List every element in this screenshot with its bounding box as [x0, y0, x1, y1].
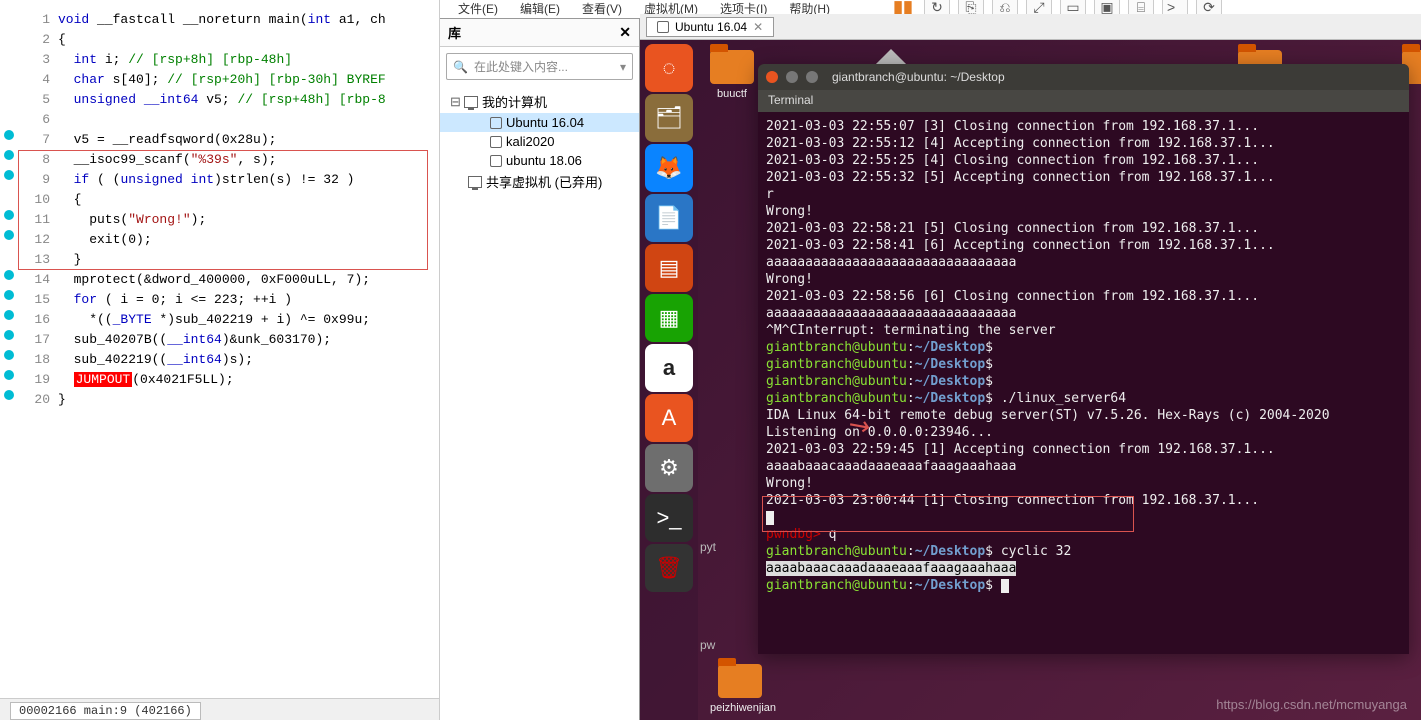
tree-root[interactable]: ⊟ 我的计算机: [440, 90, 639, 113]
terminal-icon[interactable]: >_: [645, 494, 693, 542]
code-line[interactable]: 16 *((_BYTE *)sub_402219 + i) ^= 0x99u;: [0, 310, 439, 330]
highlight-box-terminal: [762, 496, 1134, 532]
breakpoint-icon[interactable]: [4, 370, 14, 380]
impress-icon[interactable]: ▤: [645, 244, 693, 292]
computer-icon: [468, 176, 482, 188]
window-max-icon[interactable]: [806, 71, 818, 83]
menu-edit[interactable]: 编辑(E): [520, 0, 560, 14]
menu-tabs[interactable]: 选项卡(I): [720, 0, 767, 14]
vmware-toolbar: ▮▮ ↻ ⎘ ⎌ ⤢ ▭ ▣ ⌸ >_ ⟳: [890, 0, 1222, 14]
unity-launcher: ◌ 🗂 🦊 📄 ▤ ▦ a A ⚙ >_ 🗑: [640, 40, 698, 720]
dash-icon[interactable]: ◌: [645, 44, 693, 92]
trash-icon[interactable]: 🗑: [645, 544, 693, 592]
menu-view[interactable]: 查看(V): [582, 0, 622, 14]
code-body[interactable]: 1void __fastcall __noreturn main(int a1,…: [0, 10, 439, 692]
breakpoint-icon[interactable]: [4, 310, 14, 320]
vm-tree: ⊟ 我的计算机 Ubuntu 16.04 kali2020 ubuntu 18.…: [440, 86, 639, 197]
ida-status-bar: 00002166 main:9 (402166): [0, 698, 439, 720]
ida-pseudocode-pane: 1void __fastcall __noreturn main(int a1,…: [0, 0, 440, 720]
code-line[interactable]: 13 }: [0, 250, 439, 270]
vm-icon: [657, 21, 669, 33]
code-line[interactable]: 10 {: [0, 190, 439, 210]
vm-icon: [490, 155, 502, 167]
window-close-icon[interactable]: [766, 71, 778, 83]
terminal-tab[interactable]: Terminal: [758, 90, 1409, 112]
library-title: 库: [448, 23, 461, 42]
folder-icon: [718, 664, 762, 698]
search-placeholder: 在此处键入内容...: [474, 58, 568, 75]
tree-item-ubuntu1806[interactable]: ubuntu 18.06: [440, 151, 639, 170]
code-line[interactable]: 8 __isoc99_scanf("%39s", s);: [0, 150, 439, 170]
tree-item-ubuntu1604[interactable]: Ubuntu 16.04: [440, 113, 639, 132]
desktop-folder[interactable]: peizhiwenjian: [710, 664, 770, 714]
status-text: 00002166 main:9 (402166): [10, 702, 201, 720]
breakpoint-icon[interactable]: [4, 230, 14, 240]
bg-text: pyt: [700, 540, 716, 554]
folder-icon: [710, 50, 754, 84]
vm-icon: [490, 136, 502, 148]
menu-file[interactable]: 文件(E): [458, 0, 498, 14]
code-line[interactable]: 3 int i; // [rsp+8h] [rbp-48h]: [0, 50, 439, 70]
vmware-menu: 文件(E) 编辑(E) 查看(V) 虚拟机(M) 选项卡(I) 帮助(H): [440, 0, 830, 14]
tree-item-kali[interactable]: kali2020: [440, 132, 639, 151]
terminal-titlebar[interactable]: giantbranch@ubuntu: ~/Desktop: [758, 64, 1409, 90]
breakpoint-icon[interactable]: [4, 170, 14, 180]
code-line[interactable]: 19 JUMPOUT(0x4021F5LL);: [0, 370, 439, 390]
vm-tab-bar: Ubuntu 16.04 ✕: [640, 14, 1421, 40]
code-line[interactable]: 1void __fastcall __noreturn main(int a1,…: [0, 10, 439, 30]
breakpoint-icon[interactable]: [4, 210, 14, 220]
code-line[interactable]: 12 exit(0);: [0, 230, 439, 250]
breakpoint-icon[interactable]: [4, 290, 14, 300]
vmware-display: Ubuntu 16.04 ✕ ◌ 🗂 🦊 📄 ▤ ▦ a A ⚙ >_ 🗑 bu…: [640, 14, 1421, 720]
chevron-down-icon[interactable]: ▾: [620, 60, 626, 74]
vmware-library-pane: 库 ✕ 🔍 在此处键入内容... ▾ ⊟ 我的计算机 Ubuntu 16.04 …: [440, 18, 640, 720]
calc-icon[interactable]: ▦: [645, 294, 693, 342]
vm-tab[interactable]: Ubuntu 16.04 ✕: [646, 17, 774, 37]
software-icon[interactable]: A: [645, 394, 693, 442]
firefox-icon[interactable]: 🦊: [645, 144, 693, 192]
computer-icon: [464, 96, 478, 108]
close-icon[interactable]: ✕: [619, 24, 631, 41]
breakpoint-icon[interactable]: [4, 270, 14, 280]
breakpoint-icon[interactable]: [4, 150, 14, 160]
tree-shared[interactable]: 共享虚拟机 (已弃用): [440, 170, 639, 193]
menu-vm[interactable]: 虚拟机(M): [644, 0, 698, 14]
breakpoint-icon[interactable]: [4, 350, 14, 360]
code-line[interactable]: 11 puts("Wrong!");: [0, 210, 439, 230]
writer-icon[interactable]: 📄: [645, 194, 693, 242]
breakpoint-icon[interactable]: [4, 130, 14, 140]
collapse-icon[interactable]: ⊟: [450, 94, 460, 110]
search-icon: 🔍: [453, 60, 468, 74]
menu-help[interactable]: 帮助(H): [789, 0, 830, 14]
code-line[interactable]: 17 sub_40207B((__int64)&unk_603170);: [0, 330, 439, 350]
library-search[interactable]: 🔍 在此处键入内容... ▾: [446, 53, 633, 80]
terminal-window[interactable]: giantbranch@ubuntu: ~/Desktop Terminal 2…: [758, 64, 1409, 654]
breakpoint-icon[interactable]: [4, 330, 14, 340]
window-min-icon[interactable]: [786, 71, 798, 83]
code-line[interactable]: 4 char s[40]; // [rsp+20h] [rbp-30h] BYR…: [0, 70, 439, 90]
code-line[interactable]: 6: [0, 110, 439, 130]
code-line[interactable]: 2{: [0, 30, 439, 50]
code-line[interactable]: 14 mprotect(&dword_400000, 0xF000uLL, 7)…: [0, 270, 439, 290]
code-line[interactable]: 7 v5 = __readfsqword(0x28u);: [0, 130, 439, 150]
watermark: https://blog.csdn.net/mcmuyanga: [1216, 697, 1407, 712]
bg-text: pw: [700, 638, 715, 652]
vm-icon: [490, 117, 502, 129]
breakpoint-icon[interactable]: [4, 390, 14, 400]
ubuntu-desktop[interactable]: ◌ 🗂 🦊 📄 ▤ ▦ a A ⚙ >_ 🗑 buuctf: [640, 40, 1421, 720]
code-line[interactable]: 9 if ( (unsigned int)strlen(s) != 32 ): [0, 170, 439, 190]
files-icon[interactable]: 🗂: [645, 94, 693, 142]
desktop-folder[interactable]: buuctf: [710, 50, 754, 100]
settings-icon[interactable]: ⚙: [645, 444, 693, 492]
close-icon[interactable]: ✕: [753, 20, 763, 34]
amazon-icon[interactable]: a: [645, 344, 693, 392]
code-line[interactable]: 15 for ( i = 0; i <= 223; ++i ): [0, 290, 439, 310]
code-line[interactable]: 18 sub_402219((__int64)s);: [0, 350, 439, 370]
code-line[interactable]: 20}: [0, 390, 439, 410]
desktop-bottom-row: peizhiwenjian: [710, 664, 770, 714]
code-line[interactable]: 5 unsigned __int64 v5; // [rsp+48h] [rbp…: [0, 90, 439, 110]
